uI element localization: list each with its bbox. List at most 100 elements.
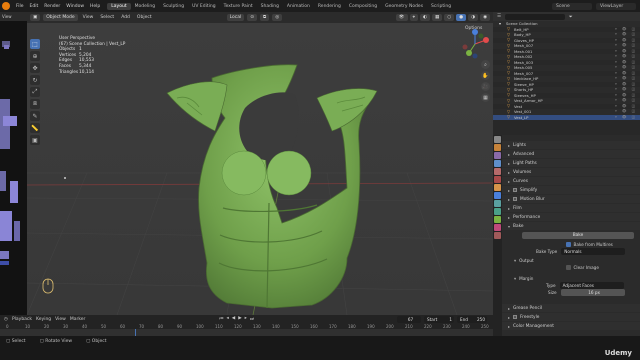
particles-tab-icon[interactable] [494,200,501,207]
visibility-icon[interactable]: ▿ 👁 ◫ [615,49,637,53]
next-key-icon[interactable]: ▸ [245,316,247,322]
visibility-icon[interactable]: ▿ 👁 ◫ [615,98,637,102]
timeline[interactable]: ◷ Playback Keying View Marker ⏮ ◂ ◀ ▶ ▸ … [0,315,493,336]
jump-start-icon[interactable]: ⏮ [219,316,223,322]
top-menu-edit[interactable]: Edit [27,4,42,9]
panel-motion-blur[interactable]: ▸ Motion Blur [502,195,640,203]
end-frame-field[interactable]: End 250 [457,315,487,323]
panel-film[interactable]: ▸ Film [502,204,640,212]
jump-end-icon[interactable]: ⏭ [250,316,254,322]
play-reverse-icon[interactable]: ◀ [232,316,235,322]
3d-viewport[interactable]: ▣ Object Mode View Select Add Object Loc… [27,12,493,315]
wireframe-shading-icon[interactable]: ○ [444,14,455,21]
timeline-menu-marker[interactable]: Marker [70,317,86,322]
add-cube-tool-icon[interactable]: ▣ [30,135,40,145]
data-tab-icon[interactable] [494,216,501,223]
panel-checkbox[interactable] [513,188,518,192]
outliner-search-input[interactable] [505,13,566,20]
panel-simplify[interactable]: ▸ Simplify [502,186,640,194]
snap-icon[interactable]: ⧉ [260,14,270,21]
solid-shading-icon[interactable]: ● [456,14,467,21]
panel-curves[interactable]: ▸ Curves [502,177,640,185]
visibility-icon[interactable]: ▿ 👁 ◫ [615,87,637,91]
view-layer-tab-icon[interactable] [494,160,501,167]
viewport-menu-object[interactable]: Object [135,15,154,20]
output-tab-icon[interactable] [494,152,501,159]
bake-from-multires-checkbox[interactable]: Bake from Multires [502,241,640,248]
clear-image-checkbox[interactable]: Clear Image [502,264,640,271]
viewport-menu-view[interactable]: View [81,15,96,20]
visibility-icon[interactable]: ▿ 👁 ◫ [615,54,637,58]
visibility-icon[interactable]: ▿ 👁 ◫ [615,104,637,108]
workspace-tab-scripting[interactable]: Scripting [427,3,455,10]
rotate-tool-icon[interactable]: ↻ [30,75,40,85]
timeline-menu-playback[interactable]: Playback [12,317,32,322]
margin-type-dropdown[interactable]: Adjacent Faces [559,282,624,289]
bake-button[interactable]: Bake [522,232,634,239]
visibility-icon[interactable]: ▿ 👁 ◫ [615,93,637,97]
visibility-icon[interactable]: 👁 [395,14,408,21]
blender-logo-icon[interactable] [2,2,10,10]
workspace-tab-sculpting[interactable]: Sculpting [159,3,188,10]
panel-checkbox[interactable] [513,197,518,201]
physics-tab-icon[interactable] [494,208,501,215]
playhead[interactable] [135,329,136,336]
material-shading-icon[interactable]: ◑ [468,14,479,21]
cursor-tool-icon[interactable]: ⊕ [30,51,40,61]
prev-key-icon[interactable]: ◂ [226,316,228,322]
zoom-icon[interactable]: ⌕ [481,60,490,69]
bake-type-dropdown[interactable]: Normals [561,248,626,255]
timeline-editor-icon[interactable]: ◷ [4,317,8,322]
object-tab-icon[interactable] [494,184,501,191]
workspace-tab-compositing[interactable]: Compositing [345,3,381,10]
workspace-tab-layout[interactable]: Layout [107,2,131,10]
panel-grease-pencil[interactable]: ▸ Grease Pencil [502,304,640,312]
panel-advanced[interactable]: ▸ Advanced [502,150,640,158]
modifier-tab-icon[interactable] [494,192,501,199]
annotate-tool-icon[interactable]: ✎ [30,111,40,121]
visibility-icon[interactable]: ▿ 👁 ◫ [615,60,637,64]
visibility-icon[interactable]: ▿ 👁 ◫ [615,27,637,31]
visibility-icon[interactable]: ▿ 👁 ◫ [615,76,637,80]
panel-checkbox[interactable] [513,315,518,319]
timeline-track[interactable] [0,329,493,336]
scene-tab-icon[interactable] [494,168,501,175]
gizmo-toggle-icon[interactable]: ⌖ [409,14,419,21]
panel-lights[interactable]: ▸ Lights [502,141,640,149]
panel-volumes[interactable]: ▸ Volumes [502,168,640,176]
viewport-menu-add[interactable]: Add [119,15,132,20]
visibility-icon[interactable]: ▿ 👁 ◫ [615,71,637,75]
visibility-icon[interactable]: ▿ 👁 ◫ [615,65,637,69]
world-tab-icon[interactable] [494,176,501,183]
workspace-tab-texture-paint[interactable]: Texture Paint [220,3,257,10]
mode-selector[interactable]: Object Mode [43,14,78,21]
outliner-editor-icon[interactable]: ☰ [497,14,501,19]
margin-size-field[interactable]: 16 px [560,289,625,296]
measure-tool-icon[interactable]: 📏 [30,123,40,133]
top-menu-window[interactable]: Window [63,4,87,9]
camera-view-icon[interactable]: 🎥 [481,82,490,91]
image-editor-view-menu[interactable]: View [0,12,27,21]
scene-selector[interactable]: Scene [552,2,592,10]
outliner[interactable]: ☰ ⏷ ▾ Scene Collection ▽ Belt_HP ▿ 👁 ◫ ▽ Body_… [493,12,640,135]
visibility-icon[interactable]: ▿ 👁 ◫ [615,38,637,42]
pan-hand-icon[interactable]: ✋ [481,71,490,80]
visibility-icon[interactable]: ▿ 👁 ◫ [615,32,637,36]
pivot-icon[interactable]: ⊙ [247,14,258,21]
timeline-menu-view[interactable]: View [55,317,66,322]
workspace-tab-rendering[interactable]: Rendering [314,3,345,10]
transform-orientation[interactable]: Local [226,14,245,21]
select-box-tool-icon[interactable]: ⬚ [30,39,40,49]
top-menu-help[interactable]: Help [87,4,103,9]
proportional-edit-icon[interactable]: ◎ [272,14,283,21]
timeline-menu-keying[interactable]: Keying [36,317,51,322]
play-icon[interactable]: ▶ [238,316,241,322]
visibility-icon[interactable]: ▿ 👁 ◫ [615,109,637,113]
image-editor-panel[interactable]: View [0,12,27,315]
viewport-menu-select[interactable]: Select [98,15,116,20]
outliner-item[interactable]: ▽ Vest_LP ▿ 👁 ◫ [493,114,640,120]
material-tab-icon[interactable] [494,224,501,231]
output-subpanel[interactable]: ▾ Output [502,257,640,264]
top-menu-file[interactable]: File [13,4,27,9]
workspace-tab-modeling[interactable]: Modeling [131,3,159,10]
